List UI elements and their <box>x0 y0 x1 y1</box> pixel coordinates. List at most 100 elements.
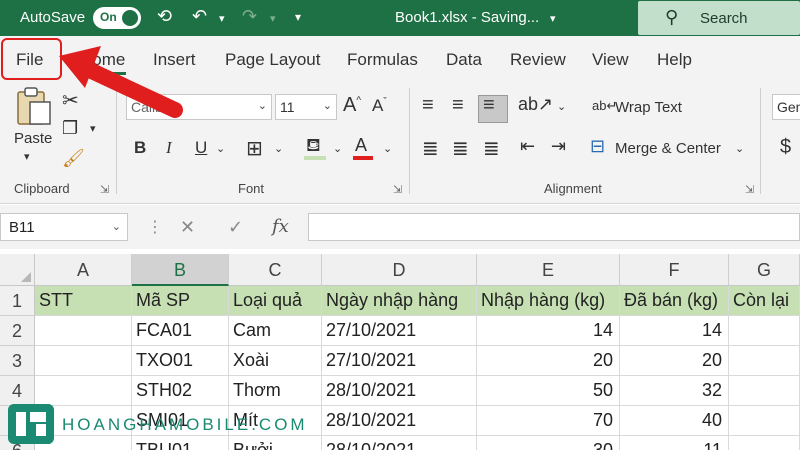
redo-icon[interactable]: ↷ <box>242 6 257 27</box>
table-cell[interactable] <box>729 406 800 436</box>
header-cell[interactable]: Còn lại <box>729 286 800 316</box>
table-cell[interactable] <box>35 376 132 406</box>
row-header[interactable]: 3 <box>0 346 35 376</box>
orientation-icon[interactable]: ab↗ <box>518 94 553 115</box>
tab-data[interactable]: Data <box>446 50 482 70</box>
search-box[interactable]: ⚲ Search <box>638 1 800 35</box>
merge-center-button[interactable]: Merge & Center <box>615 140 721 157</box>
table-cell[interactable]: TXO01 <box>132 346 229 376</box>
font-color-icon[interactable]: A <box>355 135 367 156</box>
table-cell[interactable] <box>729 316 800 346</box>
select-all-corner[interactable] <box>0 254 35 286</box>
header-cell[interactable]: Đã bán (kg) <box>620 286 729 316</box>
table-cell[interactable]: STH02 <box>132 376 229 406</box>
merge-center-icon[interactable]: ⊟ <box>590 136 605 157</box>
table-cell[interactable]: 11 <box>620 436 729 450</box>
table-cell[interactable]: 20 <box>477 346 620 376</box>
table-cell[interactable]: Xoài <box>229 346 322 376</box>
tab-help[interactable]: Help <box>657 50 692 70</box>
row-header[interactable]: 4 <box>0 376 35 406</box>
fill-color-dropdown-icon[interactable]: ⌄ <box>333 142 342 155</box>
table-cell[interactable]: 30 <box>477 436 620 450</box>
insert-function-icon[interactable]: fx <box>272 216 289 237</box>
table-cell[interactable]: 70 <box>477 406 620 436</box>
increase-indent-icon[interactable]: ⇥ <box>551 136 566 157</box>
table-cell[interactable] <box>35 346 132 376</box>
orientation-dropdown-icon[interactable]: ⌄ <box>557 100 566 113</box>
column-header-b[interactable]: B <box>132 254 229 286</box>
more-options-icon[interactable]: ⋮ <box>147 217 163 237</box>
top-align-icon[interactable]: ≡ <box>422 94 434 117</box>
undo-icon[interactable]: ↶ <box>192 6 207 27</box>
column-header-c[interactable]: C <box>229 254 322 286</box>
table-cell[interactable]: Cam <box>229 316 322 346</box>
table-cell[interactable]: Thơm <box>229 376 322 406</box>
table-cell[interactable]: 28/10/2021 <box>322 436 477 450</box>
table-cell[interactable]: FCA01 <box>132 316 229 346</box>
customize-toolbar-icon[interactable]: ▾ <box>295 10 301 24</box>
table-cell[interactable]: 40 <box>620 406 729 436</box>
bottom-align-icon[interactable]: ≡ <box>483 94 495 117</box>
font-size-combo[interactable]: 11 ⌄ <box>275 94 337 120</box>
table-cell[interactable]: 28/10/2021 <box>322 376 477 406</box>
number-format-combo[interactable]: Gen <box>772 94 800 120</box>
enter-icon[interactable]: ✓ <box>228 217 243 238</box>
currency-button[interactable]: $ <box>780 136 791 159</box>
name-box[interactable]: B11 ⌄ <box>0 213 128 241</box>
table-cell[interactable] <box>35 316 132 346</box>
table-cell[interactable]: 28/10/2021 <box>322 406 477 436</box>
table-cell[interactable]: 50 <box>477 376 620 406</box>
bold-button[interactable]: B <box>134 138 146 158</box>
align-center-icon[interactable]: ≣ <box>452 136 469 161</box>
table-cell[interactable] <box>729 436 800 450</box>
row-header[interactable]: 1 <box>0 286 35 316</box>
alignment-launcher-icon[interactable]: ⇲ <box>745 183 754 196</box>
font-launcher-icon[interactable]: ⇲ <box>393 183 402 196</box>
header-cell[interactable]: Mã SP <box>132 286 229 316</box>
table-cell[interactable]: 20 <box>620 346 729 376</box>
cancel-icon[interactable]: ✕ <box>180 217 195 238</box>
underline-button[interactable]: U <box>195 138 207 158</box>
table-cell[interactable]: 14 <box>620 316 729 346</box>
column-header-e[interactable]: E <box>477 254 620 286</box>
tab-formulas[interactable]: Formulas <box>347 50 418 70</box>
paste-dropdown-icon[interactable]: ▾ <box>24 150 30 163</box>
format-painter-icon[interactable]: 🖌 <box>62 148 85 169</box>
middle-align-icon[interactable]: ≡ <box>452 94 464 117</box>
tab-view[interactable]: View <box>592 50 629 70</box>
tab-review[interactable]: Review <box>510 50 566 70</box>
decrease-font-icon[interactable]: Aˇ <box>372 96 387 116</box>
wrap-text-icon[interactable]: ab↵ <box>592 98 617 114</box>
table-cell[interactable] <box>729 346 800 376</box>
wrap-text-button[interactable]: Wrap Text <box>615 99 682 116</box>
italic-button[interactable]: I <box>166 138 172 158</box>
header-cell[interactable]: STT <box>35 286 132 316</box>
tab-page-layout[interactable]: Page Layout <box>225 50 320 70</box>
underline-dropdown-icon[interactable]: ⌄ <box>216 142 225 155</box>
table-cell[interactable]: 32 <box>620 376 729 406</box>
font-color-dropdown-icon[interactable]: ⌄ <box>383 142 392 155</box>
column-header-a[interactable]: A <box>35 254 132 286</box>
merge-dropdown-icon[interactable]: ⌄ <box>735 142 744 155</box>
table-cell[interactable] <box>729 376 800 406</box>
paste-icon[interactable] <box>14 86 52 126</box>
row-header[interactable]: 2 <box>0 316 35 346</box>
column-header-g[interactable]: G <box>729 254 800 286</box>
table-cell[interactable]: 14 <box>477 316 620 346</box>
borders-dropdown-icon[interactable]: ⌄ <box>274 142 283 155</box>
autosave-toggle[interactable]: On <box>93 7 141 29</box>
decrease-indent-icon[interactable]: ⇤ <box>520 136 535 157</box>
formula-input[interactable] <box>308 213 800 241</box>
title-dropdown-icon[interactable]: ▾ <box>550 12 556 25</box>
align-right-icon[interactable]: ≣ <box>483 136 500 161</box>
header-cell[interactable]: Ngày nhập hàng <box>322 286 477 316</box>
clipboard-launcher-icon[interactable]: ⇲ <box>100 183 109 196</box>
undo-dropdown-icon[interactable]: ▾ <box>219 12 225 25</box>
column-header-f[interactable]: F <box>620 254 729 286</box>
column-header-d[interactable]: D <box>322 254 477 286</box>
align-left-icon[interactable]: ≣ <box>422 136 439 161</box>
borders-icon[interactable]: ⊞ <box>246 136 263 161</box>
header-cell[interactable]: Nhập hàng (kg) <box>477 286 620 316</box>
save-icon[interactable]: ⟲ <box>157 6 172 27</box>
table-cell[interactable]: 27/10/2021 <box>322 346 477 376</box>
